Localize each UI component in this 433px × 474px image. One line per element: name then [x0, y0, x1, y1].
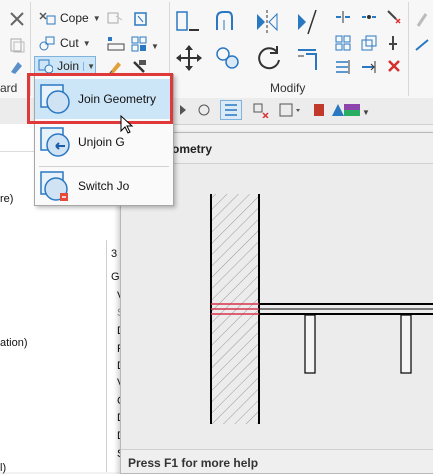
- cope-button[interactable]: Cope ▼: [38, 10, 101, 26]
- join-label: Join: [57, 59, 80, 73]
- paint-brush-icon[interactable]: [414, 10, 430, 31]
- split-icon[interactable]: [334, 8, 352, 29]
- browser-item-text[interactable]: re): [0, 193, 13, 205]
- scale-icon[interactable]: [360, 34, 378, 55]
- split-face-icon[interactable]: [106, 35, 126, 56]
- cut-label: Cut: [60, 36, 79, 50]
- divider: [121, 449, 433, 450]
- chevron-down-icon[interactable]: ▼: [362, 104, 370, 118]
- chevron-down-icon: ▼: [92, 13, 101, 23]
- beam-icon[interactable]: [106, 10, 124, 31]
- prop-letter: 3: [111, 248, 118, 260]
- chevron-down-icon: ▼: [83, 61, 95, 71]
- unjoin-geometry-icon: [40, 127, 70, 157]
- grid-icon[interactable]: [130, 35, 148, 56]
- render-icon[interactable]: [312, 102, 326, 121]
- paste-icon[interactable]: [8, 10, 26, 31]
- browser-item-text[interactable]: l): [0, 462, 6, 474]
- cut-icon: [39, 36, 55, 51]
- move-icon[interactable]: [175, 44, 203, 75]
- menu-item-label: Switch Jo: [78, 179, 130, 193]
- mirror-draw-icon[interactable]: [294, 8, 320, 39]
- tooltip-help-text: Press F1 for more help: [128, 456, 259, 470]
- unpin-icon[interactable]: [384, 8, 404, 29]
- measure-icon[interactable]: [414, 36, 430, 57]
- mirror-axis-icon[interactable]: [253, 8, 281, 39]
- pin-icon[interactable]: [384, 34, 402, 55]
- browser-item-text[interactable]: ation): [0, 337, 28, 349]
- menu-item-label: Unjoin G: [78, 135, 125, 149]
- switch-join-order-icon: [40, 171, 68, 201]
- menu-item-switch-join-order[interactable]: Switch Jo: [35, 166, 173, 206]
- split-gap-icon[interactable]: [360, 8, 378, 29]
- tile-windows-icon[interactable]: [278, 102, 302, 121]
- highlight-frame: [27, 73, 173, 124]
- trim-extend-icon[interactable]: [294, 44, 320, 75]
- trim-multiple-icon[interactable]: [334, 58, 352, 79]
- join-geometry-illustration: [121, 164, 433, 449]
- cope-label: Cope: [60, 11, 89, 25]
- clipboard-group-label: ard: [0, 81, 18, 95]
- array-icon[interactable]: [334, 34, 352, 55]
- flag-icon[interactable]: [342, 102, 362, 121]
- modify-group-label: Modify: [270, 81, 306, 95]
- wall-join-icon[interactable]: [132, 10, 150, 31]
- arrow-right-icon[interactable]: [178, 103, 188, 120]
- mouse-cursor-icon: [120, 114, 134, 138]
- thin-lines-icon[interactable]: [196, 102, 212, 121]
- trim-single-icon[interactable]: [360, 58, 378, 79]
- cope-icon: [39, 12, 56, 25]
- copy-elements-icon[interactable]: [214, 44, 242, 75]
- offset-icon[interactable]: [214, 8, 242, 37]
- chevron-down-icon[interactable]: ▼: [151, 38, 159, 52]
- match-icon[interactable]: [8, 58, 26, 79]
- close-hidden-icon[interactable]: [220, 100, 242, 120]
- cut-button[interactable]: Cut ▼: [38, 35, 91, 51]
- join-icon: [38, 59, 54, 74]
- align-icon[interactable]: [175, 8, 201, 37]
- menu-item-unjoin-geometry[interactable]: Unjoin G: [35, 122, 173, 162]
- chevron-down-icon: ▼: [82, 38, 91, 48]
- rotate-icon[interactable]: [255, 44, 283, 75]
- delete-icon[interactable]: [386, 58, 402, 77]
- switch-windows-icon[interactable]: [252, 102, 270, 121]
- copy-icon[interactable]: [8, 36, 26, 57]
- group-divider: [408, 2, 409, 96]
